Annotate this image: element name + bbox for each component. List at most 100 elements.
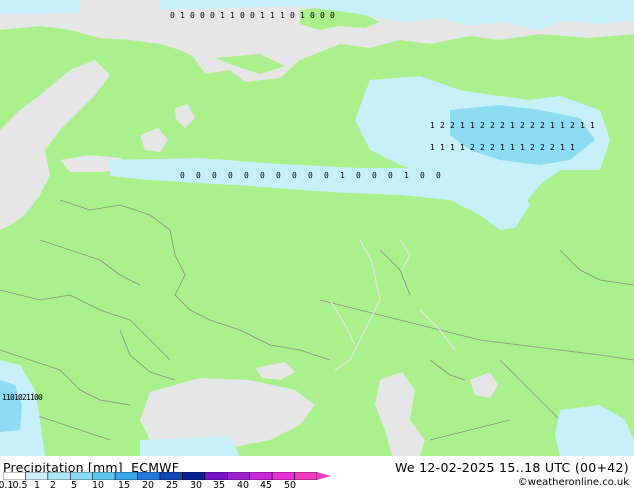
- precip-value-marker: 1: [404, 171, 409, 180]
- precip-value-marker: 0: [372, 171, 377, 180]
- precip-value-marker: 0: [330, 11, 335, 20]
- precip-value-marker: 1: [590, 121, 595, 130]
- colorbar-segment: [249, 472, 273, 480]
- precip-value-marker: 2: [570, 121, 575, 130]
- precip-value-marker: 2: [480, 143, 485, 152]
- precip-value-marker: 0: [356, 171, 361, 180]
- precip-value-marker: 1: [500, 143, 505, 152]
- precip-value-marker: 1: [260, 11, 265, 20]
- colorbar-tick-label: 25: [165, 480, 179, 491]
- colorbar-tick-label: 30: [189, 480, 203, 491]
- credit-text: ©weatheronline.co.uk: [517, 477, 629, 488]
- precip-value-marker: 0: [190, 11, 195, 20]
- precip-value-marker: 1: [560, 143, 565, 152]
- colorbar-segment: [271, 472, 295, 480]
- precip-value-marker: 2: [540, 121, 545, 130]
- precip-value-marker: 0: [210, 11, 215, 20]
- colorbar-tick-label: 10: [91, 480, 105, 491]
- colorbar-tick-label: 40: [236, 480, 250, 491]
- precip-value-marker: 1: [460, 143, 465, 152]
- precip-value-marker: 0: [180, 171, 185, 180]
- precip-value-marker: 0: [212, 171, 217, 180]
- colorbar-segment: [204, 472, 228, 480]
- precip-value-marker: 0: [292, 171, 297, 180]
- colorbar-segment: [25, 472, 49, 480]
- precip-value-marker: 1: [180, 11, 185, 20]
- precip-value-marker: 0: [320, 11, 325, 20]
- precip-value-marker: 1: [230, 11, 235, 20]
- precip-value-marker: 2: [490, 143, 495, 152]
- colorbar-segment: [92, 472, 116, 480]
- precip-value-marker: 1: [340, 171, 345, 180]
- colorbar-segment: [182, 472, 206, 480]
- precip-value-marker: 0: [276, 171, 281, 180]
- precip-value-marker: 1: [520, 143, 525, 152]
- precip-value-marker: 0: [436, 171, 441, 180]
- precip-value-marker: 0: [420, 171, 425, 180]
- colorbar-tick-label: 50: [283, 480, 297, 491]
- precip-value-marker: 1: [430, 143, 435, 152]
- precip-value-marker: 2: [540, 143, 545, 152]
- colorbar: [3, 472, 331, 480]
- precip-value-marker: 2: [550, 143, 555, 152]
- colorbar-segment: [70, 472, 93, 480]
- precip-value-marker: 2: [500, 121, 505, 130]
- precip-value-marker: 1: [280, 11, 285, 20]
- precip-value-marker: 1: [510, 121, 515, 130]
- precip-value-marker: 1: [510, 143, 515, 152]
- colorbar-segment: [114, 472, 138, 480]
- precip-value-marker: 0: [170, 11, 175, 20]
- precip-value-marker: 1: [570, 143, 575, 152]
- forecast-datetime: We 12-02-2025 15..18 UTC (00+42): [394, 460, 629, 475]
- colorbar-segment: [294, 472, 318, 480]
- colorbar-segment: [159, 472, 183, 480]
- precip-value-marker: 1: [470, 121, 475, 130]
- colorbar-segment: [47, 472, 71, 480]
- precip-value-marker: 1: [460, 121, 465, 130]
- precip-value-marker: 2: [490, 121, 495, 130]
- precip-value-marker: 0: [308, 171, 313, 180]
- precip-value-marker: 1: [220, 11, 225, 20]
- weather-map: 0100011001110100012211222122211211000000…: [0, 0, 634, 456]
- precip-value-marker: 1: [270, 11, 275, 20]
- colorbar-tick-label: 15: [117, 480, 131, 491]
- precip-value-marker: 0: [290, 11, 295, 20]
- precip-value-marker: 2: [520, 121, 525, 130]
- colorbar-tick-label: 45: [259, 480, 273, 491]
- precip-value-marker: 2: [470, 143, 475, 152]
- colorbar-tick-label: 20: [141, 480, 155, 491]
- precip-value-marker: 2: [440, 121, 445, 130]
- colorbar-tick-label: 1: [33, 480, 41, 491]
- precip-value-marker: 1: [450, 143, 455, 152]
- precip-value-marker: 0: [196, 171, 201, 180]
- precip-value-marker: 0: [244, 171, 249, 180]
- colorbar-segment: [137, 472, 161, 480]
- precip-value-marker: 0: [38, 393, 43, 402]
- precip-arctic-2: [0, 0, 80, 14]
- legend-strip: Precipitation [mm] ECMWF We 12-02-2025 1…: [0, 456, 634, 491]
- precip-value-marker: 1: [430, 121, 435, 130]
- precip-value-marker: 2: [530, 143, 535, 152]
- colorbar-segment: [3, 472, 26, 480]
- precip-value-marker: 1: [580, 121, 585, 130]
- precip-value-marker: 0: [388, 171, 393, 180]
- precip-value-marker: 2: [480, 121, 485, 130]
- map-canvas: 0 1 0 0 0 1 1 0 0 1 1 1 0 1 0 0 01 2 2 1 1 2 2 2 1 2 2 2 1 1 2 1 10 0 0 0 0 0…: [0, 0, 634, 456]
- precip-value-marker: 2: [450, 121, 455, 130]
- precip-value-marker: 1: [550, 121, 555, 130]
- precip-value-marker: 0: [250, 11, 255, 20]
- precip-value-marker: 0: [240, 11, 245, 20]
- precip-value-marker: 1: [300, 11, 305, 20]
- precip-value-marker: 1: [440, 143, 445, 152]
- precip-value-marker: 0: [228, 171, 233, 180]
- precip-value-marker: 0: [260, 171, 265, 180]
- colorbar-tick-label: 35: [212, 480, 226, 491]
- precip-value-marker: 2: [530, 121, 535, 130]
- precip-value-marker: 0: [324, 171, 329, 180]
- colorbar-segment: [227, 472, 250, 480]
- colorbar-tick-label: 0.5: [12, 480, 28, 491]
- precip-value-marker: 1: [560, 121, 565, 130]
- colorbar-tick-label: 5: [70, 480, 78, 491]
- precip-value-marker: 0: [310, 11, 315, 20]
- colorbar-overflow-arrow: [317, 472, 331, 480]
